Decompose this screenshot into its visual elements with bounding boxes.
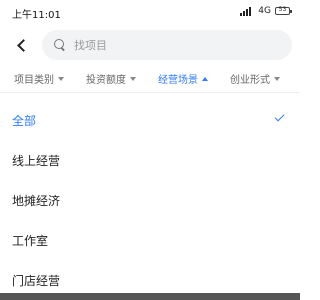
caret-down-icon [274, 76, 280, 81]
option-online[interactable]: 线上经营 [0, 140, 300, 180]
signal-icon [240, 6, 254, 16]
battery-level: 53 [278, 6, 287, 13]
filter-tab-category[interactable]: 项目类别 [14, 71, 64, 86]
option-label: 工作室 [12, 233, 49, 248]
filter-tab-scene[interactable]: 经营场景 [158, 71, 208, 86]
top-bar [0, 28, 300, 62]
back-button[interactable] [8, 30, 36, 60]
divider [0, 92, 300, 93]
filter-tab-label: 经营场景 [158, 75, 198, 86]
filter-tab-investment[interactable]: 投资额度 [86, 71, 136, 86]
filter-tab-form[interactable]: 创业形式 [230, 71, 280, 86]
search-box[interactable] [42, 30, 292, 60]
status-time: 上午11:01 [12, 10, 61, 21]
caret-down-icon [58, 76, 64, 81]
filter-tab-label: 创业形式 [230, 75, 270, 86]
battery-icon: 53 [275, 6, 292, 15]
option-all[interactable]: 全部 [0, 100, 300, 140]
search-icon [54, 39, 66, 51]
option-label: 门店经营 [12, 273, 61, 288]
caret-up-icon [202, 76, 208, 81]
option-studio[interactable]: 工作室 [0, 220, 300, 260]
network-label: 4G [258, 6, 271, 16]
option-label: 地摊经济 [12, 193, 61, 208]
chevron-left-icon [17, 38, 30, 52]
option-label: 线上经营 [12, 153, 61, 168]
check-icon [274, 111, 285, 122]
filter-tab-label: 投资额度 [86, 75, 126, 86]
caret-down-icon [130, 76, 136, 81]
status-bar: 上午11:01 4G 53 [0, 0, 300, 26]
search-input[interactable] [74, 38, 264, 52]
dim-overlay [0, 293, 300, 300]
filter-tab-label: 项目类别 [14, 75, 54, 86]
option-label: 全部 [12, 113, 37, 128]
status-indicators: 4G 53 [240, 6, 292, 16]
option-street-stall[interactable]: 地摊经济 [0, 180, 300, 220]
filter-bar: 项目类别 投资额度 经营场景 创业形式 [0, 64, 300, 90]
option-list: 全部 线上经营 地摊经济 工作室 门店经营 [0, 100, 300, 300]
